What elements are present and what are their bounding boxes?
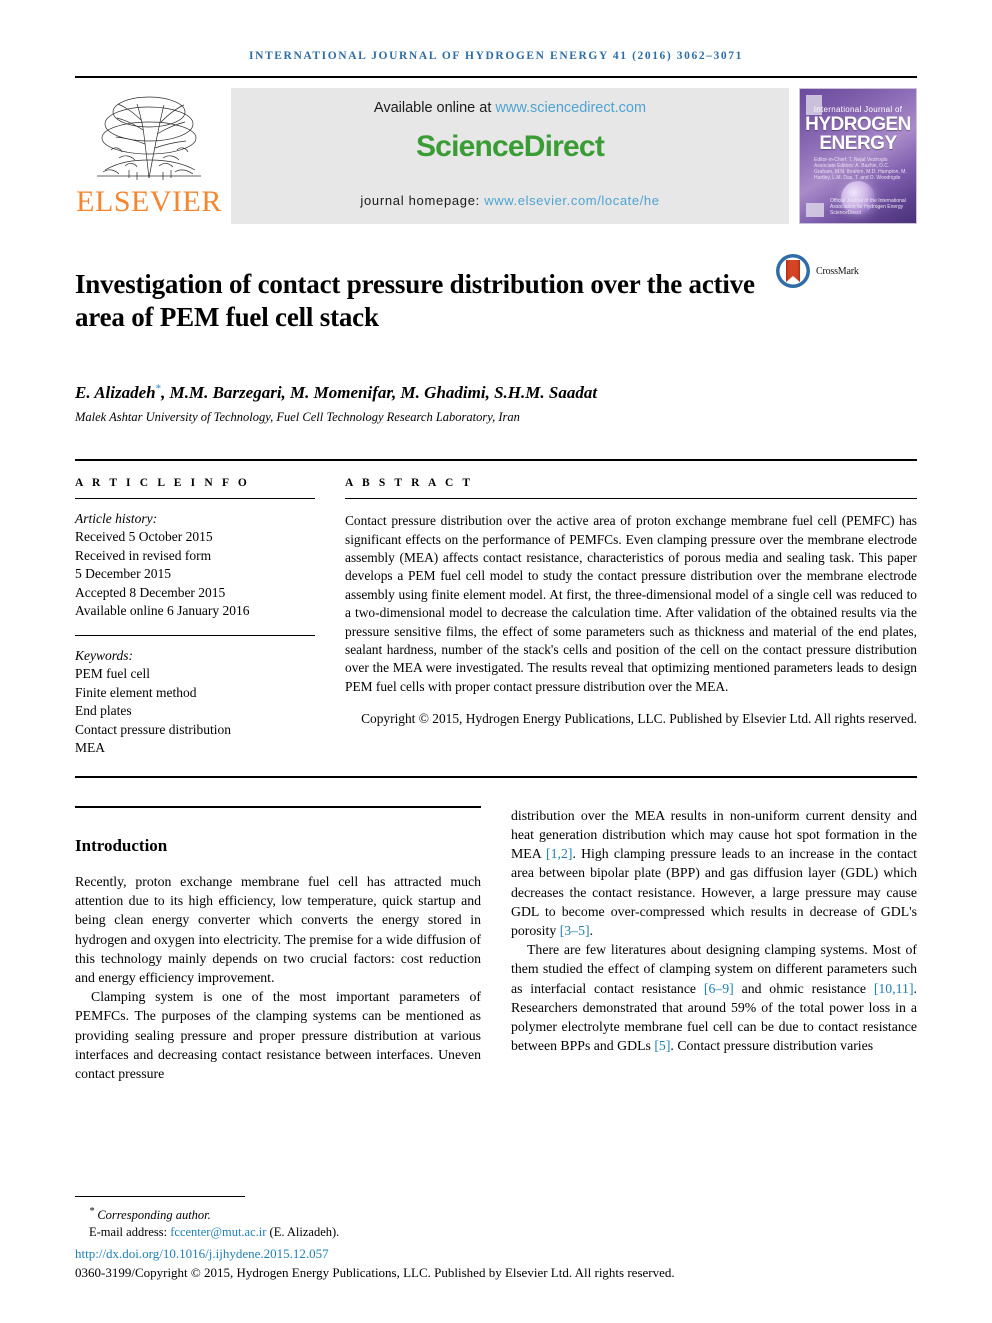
paragraph: There are few literatures about designin…: [511, 940, 917, 1055]
keyword-item: Contact pressure distribution: [75, 721, 231, 737]
running-head: International Journal of Hydrogen Energy…: [249, 50, 743, 62]
author-names: E. Alizadeh*, M.M. Barzegari, M. Momenif…: [75, 382, 598, 402]
body-columns: Introduction Recently, proton exchange m…: [75, 805, 917, 1083]
email-link[interactable]: fccenter@mut.ac.ir: [170, 1225, 266, 1239]
abstract-column: A B S T R A C T Contact pressure distrib…: [345, 477, 917, 758]
cover-line-top: International Journal of: [813, 105, 903, 114]
email-label: E-mail address:: [89, 1225, 171, 1239]
cover-footer-note: Official Journal of the International As…: [830, 198, 906, 216]
info-abstract-bottom-rule: [75, 775, 917, 778]
citation-link[interactable]: [5]: [654, 1038, 670, 1053]
cover-iahe-mark: [806, 203, 824, 217]
abstract-copyright: Copyright © 2015, Hydrogen Energy Public…: [361, 710, 917, 726]
paragraph: Clamping system is one of the most impor…: [75, 989, 481, 1081]
citation-link[interactable]: [3–5]: [560, 923, 590, 938]
elsevier-tree-icon: [97, 96, 201, 180]
author-list: E. Alizadeh*, M.M. Barzegari, M. Momenif…: [75, 382, 917, 403]
history-item: Available online 6 January 2016: [75, 603, 250, 619]
abstract-heading: A B S T R A C T: [345, 476, 474, 489]
keyword-item: End plates: [75, 703, 132, 719]
sciencedirect-banner: Available online at www.sciencedirect.co…: [231, 88, 789, 224]
paragraph-text: . Contact pressure distribution varies: [670, 1038, 874, 1054]
paragraph-text: and ohmic resistance: [733, 980, 874, 996]
article-info-heading: A R T I C L E I N F O: [75, 476, 250, 489]
doi-link[interactable]: http://dx.doi.org/10.1016/j.ijhydene.201…: [75, 1245, 917, 1262]
affiliation: Malek Ashtar University of Technology, F…: [75, 409, 520, 424]
journal-homepage-label: journal homepage:: [360, 193, 485, 208]
cover-title-hydrogen: HYDROGEN: [805, 114, 911, 135]
email-line: E-mail address: fccenter@mut.ac.ir (E. A…: [75, 1224, 917, 1241]
crossmark-icon: [776, 254, 810, 288]
citation-link[interactable]: [6–9]: [704, 981, 734, 996]
crossmark-badge[interactable]: CrossMark: [775, 250, 885, 289]
body-column-left: Introduction Recently, proton exchange m…: [75, 805, 481, 1083]
sciencedirect-logo[interactable]: ScienceDirect: [415, 130, 605, 164]
history-item: 5 December 2015: [75, 566, 171, 582]
corresponding-author-marker: *: [89, 1205, 95, 1217]
paragraph: Recently, proton exchange membrane fuel …: [75, 873, 481, 985]
sciencedirect-logo-text: ScienceDirect: [415, 130, 605, 163]
body-column-right: distribution over the MEA results in non…: [511, 806, 917, 1083]
author-corresponding-marker: *: [155, 382, 162, 395]
citation-link[interactable]: [1,2]: [546, 846, 572, 861]
article-history-title: Article history:: [75, 510, 158, 526]
crossmark-label: CrossMark: [816, 265, 859, 277]
available-online-text: Available online at: [373, 100, 496, 116]
email-suffix: (E. Alizadeh).: [266, 1225, 340, 1239]
history-item: Accepted 8 December 2015: [75, 584, 226, 600]
footnote-rule: [75, 1195, 245, 1197]
info-abstract-region: A R T I C L E I N F O Article history: R…: [75, 458, 917, 758]
journal-cover-image: International Journal of HYDROGEN ENERGY…: [799, 88, 917, 224]
citation-link[interactable]: [10,11]: [874, 981, 914, 996]
section-heading-introduction: Introduction: [75, 835, 168, 855]
paragraph-text: .: [589, 923, 594, 939]
history-item: Received 5 October 2015: [75, 529, 213, 545]
available-online-line: Available online at www.sciencedirect.co…: [374, 100, 646, 116]
page-footnote: * Corresponding author. E-mail address: …: [75, 1195, 917, 1281]
keywords-title: Keywords:: [75, 647, 133, 663]
history-item: Received in revised form: [75, 547, 212, 563]
paragraph: distribution over the MEA results in non…: [511, 806, 917, 940]
sciencedirect-url-link[interactable]: www.sciencedirect.com: [495, 100, 646, 116]
keyword-item: MEA: [75, 740, 105, 756]
journal-homepage-link[interactable]: www.elsevier.com/locate/he: [484, 193, 659, 208]
page-title: Investigation of contact pressure distri…: [75, 269, 755, 333]
journal-masthead: ELSEVIER Available online at www.science…: [75, 76, 917, 224]
elsevier-logo-block: ELSEVIER: [75, 88, 223, 224]
article-info-column: A R T I C L E I N F O Article history: R…: [75, 477, 315, 758]
keyword-item: PEM fuel cell: [75, 666, 150, 682]
cover-editors: Editor-in-Chief: T. Nejat Veziroglu Asso…: [814, 157, 907, 181]
corresponding-author-line: * Corresponding author.: [75, 1203, 917, 1224]
title-row: Investigation of contact pressure distri…: [75, 250, 917, 352]
article-first-page: International Journal of Hydrogen Energy…: [0, 0, 992, 1323]
keyword-item: Finite element method: [75, 684, 197, 700]
elsevier-wordmark: ELSEVIER: [76, 185, 222, 218]
abstract-rule: [345, 497, 917, 499]
corresponding-author-text: Corresponding author.: [97, 1208, 211, 1222]
article-info-rule: [75, 497, 315, 499]
issn-copyright-line: 0360-3199/Copyright © 2015, Hydrogen Ene…: [75, 1265, 675, 1280]
abstract-text: Contact pressure distribution over the a…: [345, 513, 917, 694]
journal-homepage-line: journal homepage: www.elsevier.com/locat…: [231, 193, 789, 208]
cover-title-energy: ENERGY: [819, 133, 897, 154]
keywords-rule: [75, 634, 315, 636]
